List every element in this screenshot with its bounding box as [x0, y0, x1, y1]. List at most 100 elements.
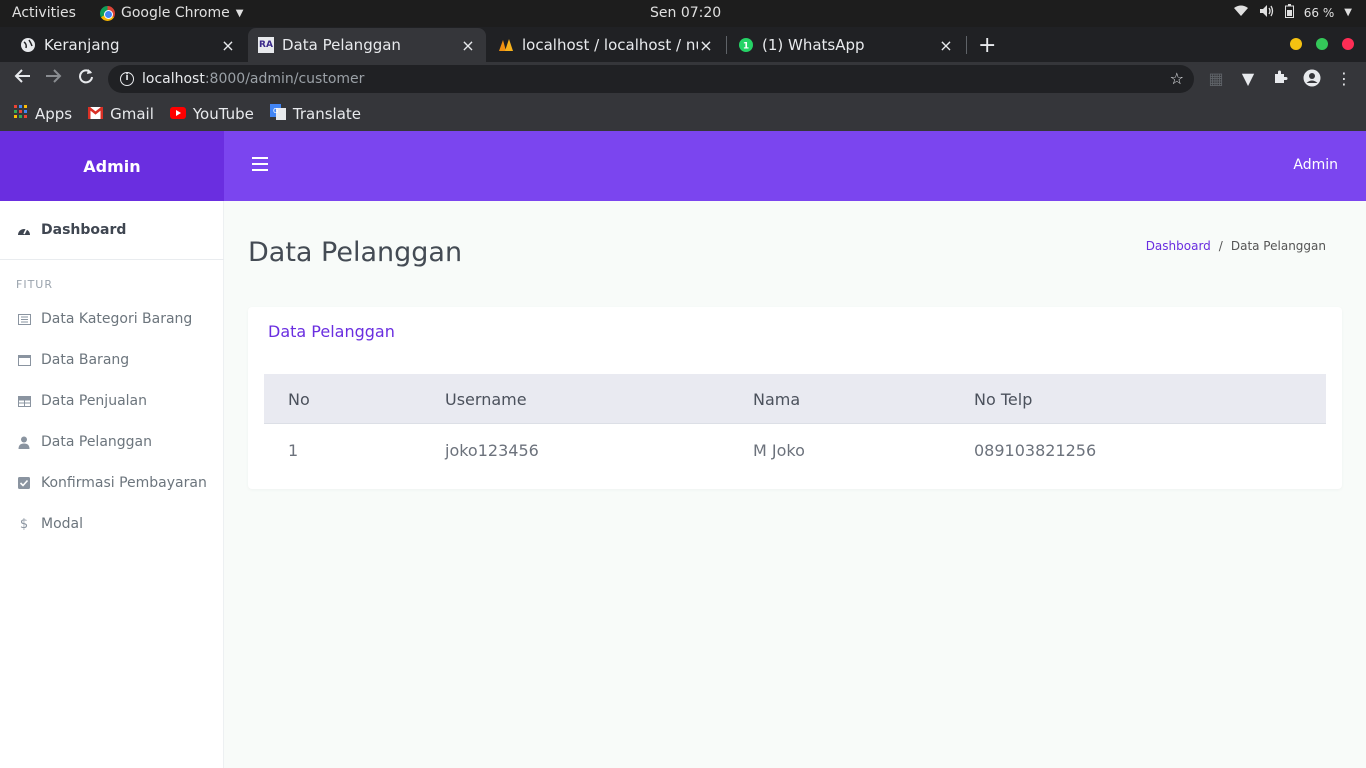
column-header: No Telp: [974, 390, 1033, 409]
bookmark-label: Translate: [292, 104, 361, 123]
user-menu[interactable]: Admin: [1293, 157, 1338, 173]
sidebar-item-konfirmasi-pembayaran[interactable]: Konfirmasi Pembayaran: [17, 475, 207, 491]
column-header: Nama: [753, 390, 801, 409]
tab-title: Keranjang: [44, 36, 120, 54]
close-icon[interactable]: ×: [698, 36, 714, 55]
forward-arrow-icon[interactable]: [42, 68, 66, 89]
vivaldi-extension-icon[interactable]: ▼: [1238, 69, 1258, 88]
puzzle-extensions-icon[interactable]: [1270, 69, 1290, 89]
sidebar-item-label: Data Barang: [41, 352, 130, 368]
close-icon[interactable]: ×: [460, 36, 476, 55]
bookmark-label: Gmail: [110, 104, 154, 123]
tab-keranjang[interactable]: Keranjang ×: [10, 28, 246, 62]
minimize-button[interactable]: [1290, 38, 1302, 50]
hamburger-menu-icon[interactable]: [252, 157, 268, 171]
sidebar-item-label: Data Kategori Barang: [41, 311, 193, 327]
breadcrumb-link-dashboard[interactable]: Dashboard: [1146, 239, 1211, 253]
sidebar-item-data-barang[interactable]: Data Barang: [17, 352, 129, 368]
back-arrow-icon[interactable]: [10, 68, 34, 89]
url-path: :8000/admin/customer: [204, 71, 365, 87]
phpmyadmin-icon: [498, 37, 514, 53]
column-header: No: [288, 390, 310, 409]
table-cell: 089103821256: [974, 441, 1097, 460]
sidebar-item-label: Dashboard: [41, 222, 127, 238]
sidebar: Dashboard FITUR Data Kategori Barang Dat…: [0, 201, 224, 768]
sidebar-item-data-penjualan[interactable]: Data Penjualan: [17, 393, 147, 409]
check-square-icon: [17, 476, 31, 490]
brand-logo[interactable]: Admin: [0, 131, 224, 201]
sidebar-item-label: Data Pelanggan: [41, 434, 153, 450]
info-icon[interactable]: i: [120, 72, 134, 86]
table-cell: M Joko: [753, 441, 805, 460]
cast-icon[interactable]: ▦: [1206, 69, 1226, 88]
page-title: Data Pelanggan: [248, 237, 463, 268]
sidebar-item-dashboard[interactable]: Dashboard: [17, 222, 126, 238]
svg-text:1: 1: [743, 42, 749, 52]
volume-icon: [1259, 4, 1275, 21]
google-translate-icon: G: [269, 103, 286, 124]
app-menu[interactable]: Google Chrome ▼: [100, 5, 243, 21]
maximize-button[interactable]: [1316, 38, 1328, 50]
battery-percent: 66 %: [1303, 5, 1335, 20]
svg-text:G: G: [273, 107, 278, 115]
table-cell: 1: [288, 441, 299, 460]
bookmark-apps[interactable]: Apps: [14, 104, 73, 123]
sidebar-item-label: Modal: [41, 516, 83, 532]
sidebar-section-label: FITUR: [16, 278, 53, 291]
reload-icon[interactable]: [74, 68, 98, 89]
card-title: Data Pelanggan: [268, 322, 395, 341]
caret-down-icon: ▼: [1344, 7, 1352, 18]
url-host: localhost: [142, 71, 205, 87]
dollar-icon: $: [19, 516, 29, 532]
browser-toolbar: i localhost:8000/admin/customer ☆ ▦ ▼ ⋮: [0, 62, 1366, 96]
sidebar-item-data-pelanggan[interactable]: Data Pelanggan: [17, 434, 152, 450]
whatsapp-icon: 1: [738, 37, 754, 53]
caret-down-icon: ▼: [235, 7, 244, 19]
sidebar-item-data-kategori-barang[interactable]: Data Kategori Barang: [17, 311, 192, 327]
table-icon: [17, 394, 31, 408]
table-row: 1 joko123456 M Joko 089103821256: [264, 425, 1326, 475]
sidebar-item-modal[interactable]: $ Modal: [17, 516, 83, 532]
admin-header: Admin: [224, 131, 1366, 201]
sidebar-item-label: Konfirmasi Pembayaran: [41, 475, 207, 491]
user-icon: [17, 435, 31, 449]
close-icon[interactable]: ×: [938, 36, 954, 55]
new-tab-button[interactable]: +: [978, 33, 996, 58]
tab-title: Data Pelanggan: [282, 36, 401, 54]
battery-icon: [1284, 4, 1294, 21]
bookmark-gmail[interactable]: Gmail: [87, 104, 154, 123]
clock[interactable]: Sen 07:20: [650, 5, 721, 21]
system-tray[interactable]: 66 % ▼: [1233, 4, 1352, 21]
tab-title: localhost / localhost / nus: [522, 36, 698, 54]
apps-grid-icon: [14, 104, 28, 123]
bookmark-label: Apps: [35, 104, 73, 123]
address-bar[interactable]: i localhost:8000/admin/customer ☆: [108, 65, 1194, 93]
close-icon[interactable]: ×: [220, 36, 236, 55]
wifi-icon: [1233, 5, 1249, 20]
bookmarks-bar: Apps Gmail YouTube G Translate: [0, 96, 1366, 131]
breadcrumb: Dashboard / Data Pelanggan: [1146, 239, 1326, 253]
ra-favicon-icon: RA: [258, 37, 274, 53]
sidebar-divider: [0, 259, 224, 260]
bookmark-youtube[interactable]: YouTube: [169, 104, 254, 123]
tab-separator: [726, 36, 727, 54]
close-window-button[interactable]: [1342, 38, 1354, 50]
tab-data-pelanggan[interactable]: RA Data Pelanggan ×: [248, 28, 486, 62]
youtube-icon: [169, 105, 186, 123]
bookmark-label: YouTube: [192, 104, 254, 123]
sidebar-item-label: Data Penjualan: [41, 393, 147, 409]
chrome-icon: [100, 5, 115, 21]
bookmark-translate[interactable]: G Translate: [269, 103, 361, 124]
column-header: Username: [445, 390, 527, 409]
kebab-menu-icon[interactable]: ⋮: [1334, 69, 1354, 88]
globe-icon: [20, 37, 36, 53]
tab-phpmyadmin[interactable]: localhost / localhost / nus ×: [488, 28, 724, 62]
profile-avatar-icon[interactable]: [1302, 69, 1322, 91]
tab-separator: [966, 36, 967, 54]
tab-whatsapp[interactable]: 1 (1) WhatsApp ×: [728, 28, 964, 62]
customer-card: Data Pelanggan No Username Nama No Telp …: [248, 307, 1342, 489]
star-bookmark-icon[interactable]: ☆: [1170, 69, 1184, 88]
activities-button[interactable]: Activities: [12, 5, 76, 21]
table-cell: joko123456: [445, 441, 539, 460]
breadcrumb-separator: /: [1218, 239, 1223, 253]
